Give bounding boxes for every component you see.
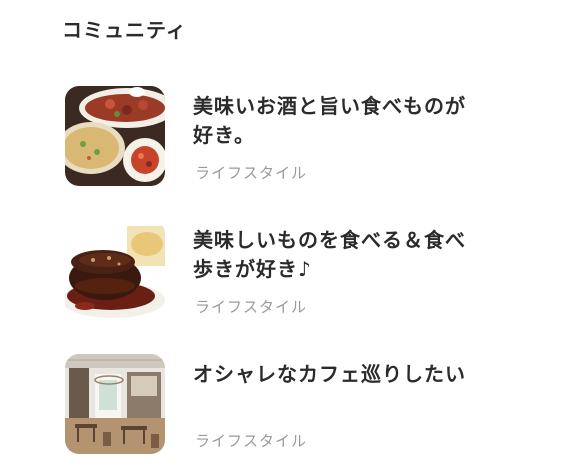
section-title: コミュニティ <box>62 18 187 42</box>
community-item[interactable]: オシャレなカフェ巡りしたい ライフスタイル <box>0 354 570 476</box>
community-title: 美味しいものを食べる＆食べ歩きが好き♪ <box>193 228 466 281</box>
community-thumbnail <box>65 220 165 320</box>
food-platter-photo <box>65 86 165 186</box>
community-category: ライフスタイル <box>195 432 308 450</box>
community-thumbnail <box>65 354 165 454</box>
community-title: オシャレなカフェ巡りしたい <box>193 362 466 386</box>
community-category: ライフスタイル <box>195 164 308 182</box>
community-list: 美味いお酒と旨い食べものが好き。 ライフスタイル 美味しいものを食べる＆食べ歩き… <box>0 86 570 476</box>
community-item[interactable]: 美味いお酒と旨い食べものが好き。 ライフスタイル <box>0 86 570 220</box>
community-item[interactable]: 美味しいものを食べる＆食べ歩きが好き♪ ライフスタイル <box>0 220 570 354</box>
community-title: 美味いお酒と旨い食べものが好き。 <box>193 94 466 147</box>
hamburg-steak-photo <box>65 220 165 320</box>
community-thumbnail <box>65 86 165 186</box>
cafe-interior-photo <box>65 354 165 454</box>
community-section: コミュニティ 美味いお酒と旨い食べものが好き。 ライフスタイル 美味しいものを食… <box>0 0 570 476</box>
community-category: ライフスタイル <box>195 298 308 316</box>
